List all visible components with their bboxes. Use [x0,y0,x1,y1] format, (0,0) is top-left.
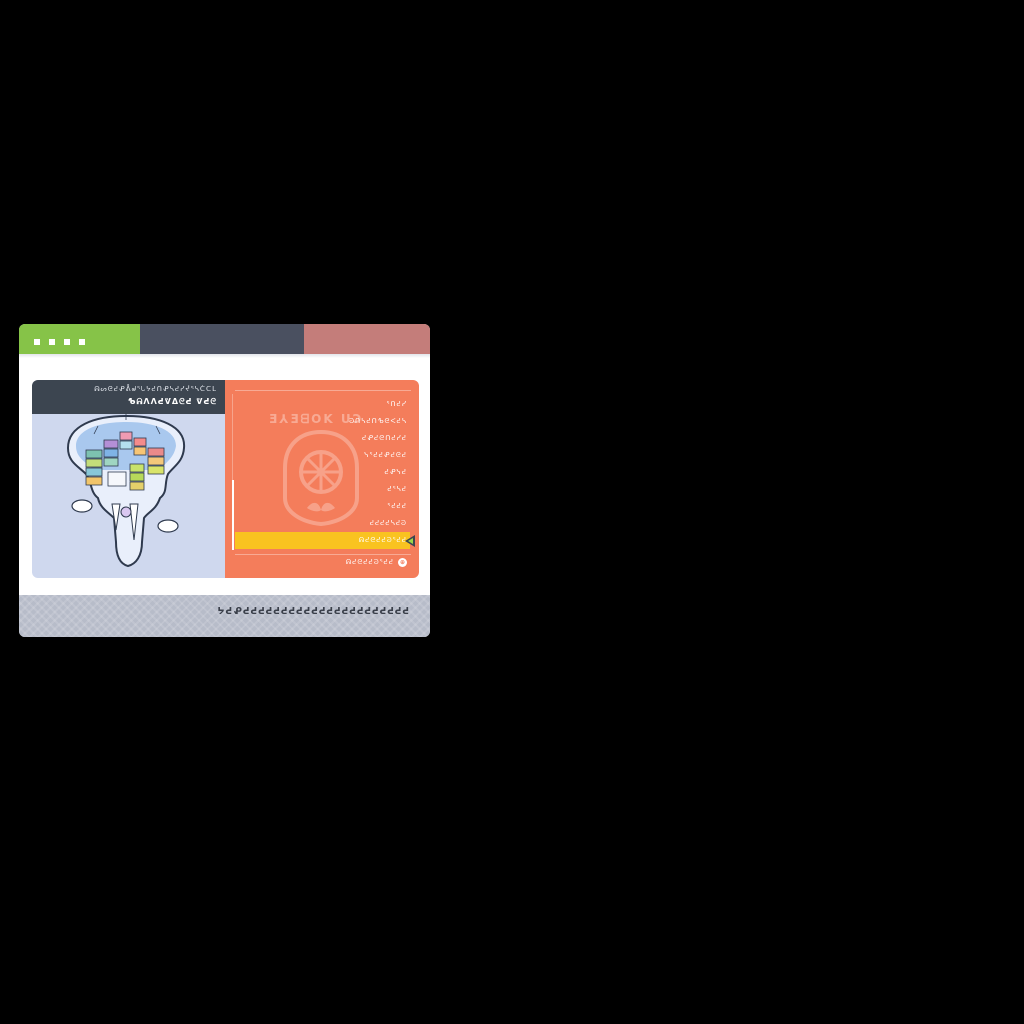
menu-item-selected[interactable]: ᕱᕍᘓᕍᕍᘒᕐᕍᕍ [359,532,407,549]
page-dot-icon[interactable] [64,339,70,345]
menu-item-7[interactable]: ᕐᕍᕍᕍ [387,498,407,515]
menu-bottom-rule [235,554,411,555]
menu-item-8[interactable]: ᕍᕍᕍᕍᓴᕍᘒ [370,515,407,532]
menu-item-1[interactable]: ᕐᑎᕍᓯ [387,396,408,413]
main-panel: ᕱᔕᘓᕍᕵᕔᖙᕐᘂᔭᕍᑎᕵᓴᕍᓯᔫᕐᓴᑖᑕᒪ ᕹᕱᐱᐱᕍᕓᐃᘓᕍ ᕓᕍᘓ Ǝ⅄Ǝ… [32,380,419,578]
menu-item-6[interactable]: ᕍᕐᓴᕍ [387,481,407,498]
page-dot-icon[interactable] [79,339,85,345]
page-dot-icon[interactable] [49,339,55,345]
status-strip: ᔭᕍᕵᕍᕍᕍᕍᕍᕍᕍᕍᕍᕍᕍᕍᕍᕍᕍᕍᕍᕍᕍᕍᕍᕍ [19,595,430,637]
menu-footer-hint[interactable]: ᕱᕍᘓᕍᕍᘒᕐᕍᕍ ⊕ [346,558,407,567]
info-header-line-1: ᕱᔕᘓᕍᕵᕔᖙᕐᘂᔭᕍᑎᕵᓴᕍᓯᔫᕐᓴᑖᑕᒪ [94,385,217,393]
menu-panel: Ǝ⅄ƎᗺOK ᑌƆ ᕐᑎᕍᓯ ᘒᑎᓴᕍᑎᕹᘓᐸᕍᓴ ᕍᕵᕍᘓᑎᕍᓯᕍ ᓭᕐᕍᕍᕵ… [225,380,419,578]
info-header: ᕱᔕᘓᕍᕵᕔᖙᕐᘂᔭᕍᑎᕵᓴᕍᓯᔫᕐᓴᑖᑕᒪ ᕹᕱᐱᐱᕍᕓᐃᘓᕍ ᕓᕍᘓ [32,380,225,414]
menu-top-rule [235,390,411,391]
game-menu-window: ᕱᔕᘓᕍᕵᕔᖙᕐᘂᔭᕍᑎᕵᓴᕍᓯᔫᕐᓴᑖᑕᒪ ᕹᕱᐱᐱᕍᕓᐃᘓᕍ ᕓᕍᘓ Ǝ⅄Ǝ… [19,324,430,637]
menu-item-2[interactable]: ᘒᑎᓴᕍᑎᕹᘓᐸᕍᓴ [349,413,407,430]
page-indicator-dots [34,339,85,345]
menu-item-3[interactable]: ᕍᕵᕍᘓᑎᕍᓯᕍ [362,430,407,447]
page-dot-icon[interactable] [34,339,40,345]
main-menu-list: ᕐᑎᕍᓯ ᘒᑎᓴᕍᑎᕹᘓᐸᕍᓴ ᕍᕵᕍᘓᑎᕍᓯᕍ ᓭᕐᕍᕍᕵᕍᘓᕍ ᕍᕵᓭᕍ ᕍ… [349,396,407,549]
menu-item-4[interactable]: ᓭᕐᕍᕍᕵᕍᘓᕍ [364,447,407,464]
top-bar-green-segment [19,324,140,354]
top-bar-shadow [19,354,430,358]
top-color-bar [19,324,430,354]
info-header-line-2: ᕹᕱᐱᐱᕍᕓᐃᘓᕍ ᕓᕍᘓ [127,397,217,406]
floating-city-illustration-icon [66,414,186,568]
selection-cursor-icon [405,535,415,547]
menu-item-5[interactable]: ᕍᕵᓭᕍ [385,464,407,481]
top-bar-slate-segment [140,324,304,354]
top-bar-rose-segment [304,324,430,354]
status-message: ᔭᕍᕵᕍᕍᕍᕍᕍᕍᕍᕍᕍᕍᕍᕍᕍᕍᕍᕍᕍᕍᕍᕍᕍᕍ [217,607,410,617]
footer-hint-label: ᕱᕍᘓᕍᕍᘒᕐᕍᕍ [345,558,394,566]
scroll-thumb[interactable] [232,480,234,550]
button-prompt-icon: ⊕ [398,558,407,567]
info-panel: ᕱᔕᘓᕍᕵᕔᖙᕐᘂᔭᕍᑎᕵᓴᕍᓯᔫᕐᓴᑖᑕᒪ ᕹᕱᐱᐱᕍᕓᐃᘓᕍ ᕓᕍᘓ [32,380,225,578]
